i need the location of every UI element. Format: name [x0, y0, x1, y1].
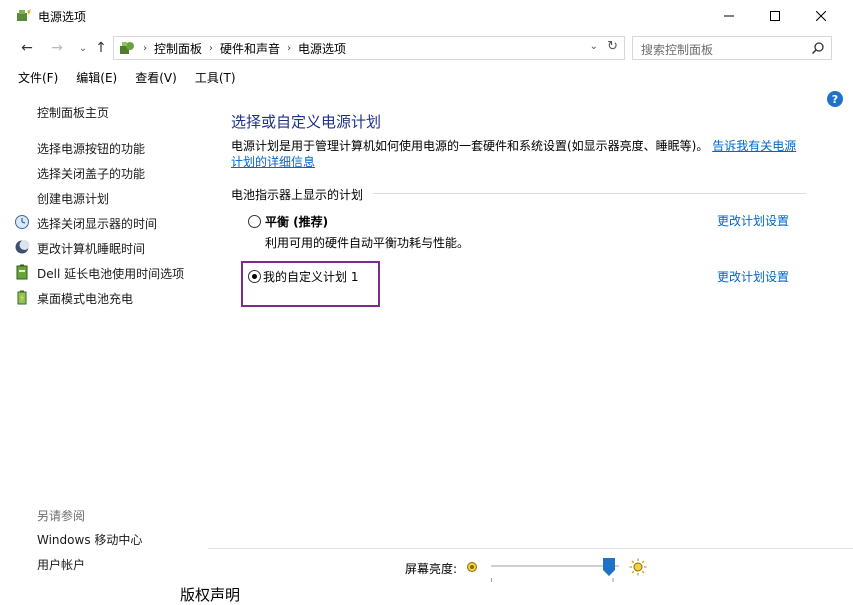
sidebar-link-create-plan[interactable]: 创建电源计划 — [37, 190, 109, 207]
sidebar-link-sleep[interactable]: 更改计算机睡眠时间 — [37, 240, 145, 257]
plan-balanced-description: 利用可用的硬件自动平衡功耗与性能。 — [265, 236, 470, 250]
search-box[interactable]: 搜索控制面板 — [632, 36, 832, 60]
window-title: 电源选项 — [38, 10, 87, 24]
breadcrumb-separator: › — [143, 42, 147, 54]
dell-battery-icon — [16, 264, 28, 280]
breadcrumb-hardware-sound[interactable]: 硬件和声音 — [220, 40, 280, 57]
brightness-low-icon — [467, 562, 477, 572]
brightness-slider-ticks — [491, 578, 614, 582]
brightness-slider-thumb[interactable] — [602, 558, 615, 576]
back-button[interactable]: ← — [18, 39, 36, 57]
see-also-user-accounts[interactable]: 用户帐户 — [37, 556, 85, 573]
sidebar-home-link[interactable]: 控制面板主页 — [37, 104, 109, 121]
address-toolbar: ← → ⌄ ↑ › 控制面板 › 硬件和声音 › 电源选项 ⌄ ↻ 搜索控制面板 — [0, 34, 853, 62]
breadcrumb-power-options[interactable]: 电源选项 — [298, 40, 346, 57]
forward-button[interactable]: → — [48, 39, 66, 57]
see-also-heading: 另请参阅 — [37, 509, 86, 523]
arrow-up-icon: ↑ — [95, 40, 107, 56]
address-field[interactable]: › 控制面板 › 硬件和声音 › 电源选项 ⌄ ↻ — [113, 36, 625, 60]
menu-edit[interactable]: 编辑(E) — [67, 66, 126, 88]
sidebar-link-power-button[interactable]: 选择电源按钮的功能 — [37, 140, 145, 157]
bottom-divider — [208, 548, 853, 549]
search-icon[interactable] — [811, 41, 825, 55]
maximize-button[interactable] — [752, 0, 798, 32]
breadcrumb-separator[interactable]: › — [287, 43, 291, 54]
sidebar: 控制面板主页 选择电源按钮的功能 选择关闭盖子的功能 创建电源计划 选择关闭显示… — [0, 96, 210, 572]
menu-view[interactable]: 查看(V) — [126, 66, 186, 88]
plan-balanced-name[interactable]: 平衡 (推荐) — [265, 213, 328, 230]
battery-charge-icon — [17, 290, 27, 305]
menu-file[interactable]: 文件(F) — [9, 66, 67, 88]
display-timer-icon — [15, 215, 29, 229]
plans-group-label: 电池指示器上显示的计划 — [231, 188, 364, 202]
sidebar-link-display-off[interactable]: 选择关闭显示器的时间 — [37, 215, 157, 232]
recent-locations-button[interactable]: ⌄ — [74, 39, 92, 57]
brightness-high-icon — [629, 558, 647, 576]
help-icon[interactable]: ? — [827, 91, 843, 107]
arrow-right-icon: → — [51, 40, 63, 56]
description-text: 电源计划是用于管理计算机如何使用电源的一套硬件和系统设置(如显示器亮度、睡眠等)… — [231, 139, 709, 153]
group-divider — [373, 193, 806, 194]
close-icon — [816, 11, 826, 21]
brightness-slider-track[interactable] — [491, 565, 619, 567]
page-title: 选择或自定义电源计划 — [231, 113, 382, 131]
plan-custom-change-link[interactable]: 更改计划设置 — [717, 268, 789, 285]
chevron-down-icon[interactable]: ⌄ — [590, 41, 598, 52]
sidebar-link-dell-battery[interactable]: Dell 延长电池使用时间选项 — [37, 265, 184, 282]
maximize-icon — [770, 11, 780, 21]
plan-balanced-radio[interactable] — [248, 215, 261, 228]
arrow-left-icon: ← — [21, 40, 33, 56]
sidebar-link-desktop-charge[interactable]: 桌面模式电池充电 — [37, 290, 133, 307]
see-also-mobility-center[interactable]: Windows 移动中心 — [37, 531, 142, 548]
chevron-down-icon: ⌄ — [78, 42, 88, 54]
refresh-icon[interactable]: ↻ — [607, 39, 618, 54]
search-input[interactable]: 搜索控制面板 — [641, 41, 713, 58]
breadcrumb-separator[interactable]: › — [209, 43, 213, 54]
up-button[interactable]: ↑ — [92, 39, 110, 57]
control-panel-icon — [120, 42, 134, 54]
plan-balanced-change-link[interactable]: 更改计划设置 — [717, 212, 789, 229]
menu-bar: 文件(F) 编辑(E) 查看(V) 工具(T) — [0, 66, 853, 88]
minimize-button[interactable] — [706, 0, 752, 32]
background-text-fragment: 版权声明 — [180, 586, 241, 604]
power-options-icon — [17, 9, 31, 21]
breadcrumb-control-panel[interactable]: 控制面板 — [154, 40, 202, 57]
power-options-window: 电源选项 ← → ⌄ ↑ › 控制面板 › 硬件和声音 › 电源选项 ⌄ ↻ 搜… — [0, 0, 853, 604]
plan-custom-radio[interactable] — [248, 270, 261, 283]
menu-tools[interactable]: 工具(T) — [186, 66, 245, 88]
title-bar[interactable]: 电源选项 — [0, 0, 853, 32]
close-button[interactable] — [798, 0, 844, 32]
plan-custom-name[interactable]: 我的自定义计划 1 — [263, 268, 358, 285]
minimize-icon — [724, 15, 734, 17]
page-description: 电源计划是用于管理计算机如何使用电源的一套硬件和系统设置(如显示器亮度、睡眠等)… — [231, 138, 806, 170]
brightness-label: 屏幕亮度: — [405, 562, 458, 576]
sleep-moon-icon — [15, 240, 30, 254]
sidebar-link-lid[interactable]: 选择关闭盖子的功能 — [37, 165, 145, 182]
